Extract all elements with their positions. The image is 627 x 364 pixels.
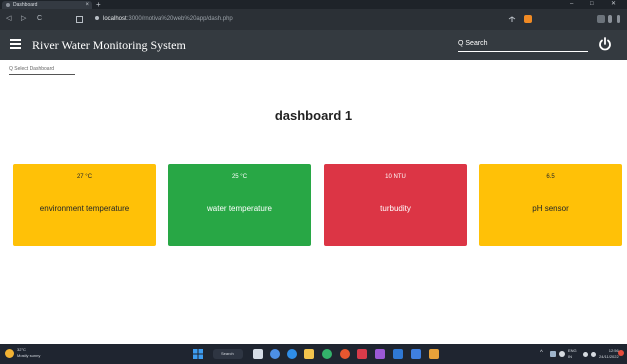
wifi-icon[interactable] <box>583 352 588 357</box>
chat-icon[interactable] <box>270 349 280 359</box>
reload-button[interactable]: C <box>37 13 42 25</box>
card-water-temperature[interactable]: 25 °C water temperature <box>168 164 311 246</box>
minimize-button[interactable]: – <box>570 0 573 9</box>
card-value: 27 °C <box>76 174 93 180</box>
close-window-button[interactable]: ✕ <box>611 0 616 9</box>
tab-strip: Dashboard × + – □ ✕ <box>0 0 627 9</box>
address-bar: ◁ ▷ C localhost:3000/rnotiva%20web%20app… <box>0 9 627 30</box>
brave-shield-icon[interactable] <box>524 15 532 23</box>
clock-date: 24/11/2022 <box>599 354 619 359</box>
file-explorer-icon[interactable] <box>304 349 314 359</box>
new-tab-button[interactable]: + <box>96 0 101 9</box>
card-value: 10 NTU <box>385 174 406 180</box>
card-label: turbudity <box>380 204 411 213</box>
select-dashboard-input[interactable]: Q Select Dashboard <box>9 65 75 75</box>
url-field[interactable]: localhost:3000/rnotiva%20web%20app/dash.… <box>95 14 233 24</box>
tray-cloud-icon[interactable] <box>550 351 556 357</box>
vscode-icon[interactable] <box>393 349 403 359</box>
language-indicator[interactable]: ENG IN <box>568 348 577 360</box>
site-info-icon[interactable] <box>95 16 99 21</box>
url-host: localhost <box>103 16 127 22</box>
card-label: pH sensor <box>532 204 569 213</box>
tab-title: Dashboard <box>13 2 38 8</box>
card-label: water temperature <box>207 204 272 213</box>
dashboard-title: dashboard 1 <box>274 108 353 123</box>
card-environment-temperature[interactable]: 27 °C environment temperature <box>13 164 156 246</box>
favicon-icon <box>6 3 10 7</box>
maximize-button[interactable]: □ <box>590 0 594 9</box>
wallet-icon[interactable] <box>608 15 612 23</box>
weather-sun-icon[interactable] <box>5 349 14 358</box>
notification-icon[interactable] <box>618 350 624 356</box>
card-value: 6.5 <box>546 174 555 180</box>
app-icon-blue[interactable] <box>411 349 421 359</box>
volume-icon[interactable] <box>591 352 596 357</box>
language-region: IN <box>568 354 572 359</box>
card-value: 25 °C <box>231 174 248 180</box>
menu-icon[interactable] <box>10 39 21 49</box>
bookmark-icon[interactable] <box>76 16 83 23</box>
app-header: River Water Monitoring System Q Search <box>0 30 627 60</box>
whatsapp-icon[interactable] <box>322 349 332 359</box>
app-icon-orange[interactable] <box>429 349 439 359</box>
back-button[interactable]: ◁ <box>6 13 11 25</box>
forward-button[interactable]: ▷ <box>21 13 26 25</box>
browser-menu-icon[interactable] <box>617 15 620 23</box>
clock[interactable]: 12:56 24/11/2022 <box>599 348 619 360</box>
search-input[interactable]: Q Search <box>458 38 588 52</box>
edge-browser-icon[interactable] <box>287 349 297 359</box>
card-ph-sensor[interactable]: 6.5 pH sensor <box>479 164 622 246</box>
windows-start-icon[interactable] <box>193 349 203 359</box>
browser-window: Dashboard × + – □ ✕ ◁ ▷ C localhost:3000… <box>0 0 627 364</box>
app-title: River Water Monitoring System <box>32 38 186 52</box>
sidebar-toggle-icon[interactable] <box>597 15 605 23</box>
share-icon[interactable] <box>508 16 516 23</box>
weather-widget[interactable]: 32°C Mostly sunny <box>17 347 40 359</box>
url-path: :3000/rnotiva%20web%20app/dash.php <box>126 16 233 22</box>
app-icon-red[interactable] <box>357 349 367 359</box>
brave-browser-icon[interactable] <box>340 349 350 359</box>
power-icon[interactable] <box>598 37 612 51</box>
card-turbidity[interactable]: 10 NTU turbudity <box>324 164 467 246</box>
app-icon-purple[interactable] <box>375 349 385 359</box>
card-label: environment temperature <box>39 204 130 213</box>
browser-tab[interactable]: Dashboard × <box>2 1 92 9</box>
tray-weather-icon[interactable] <box>559 351 565 357</box>
weather-desc: Mostly sunny <box>17 353 41 358</box>
tab-close-button[interactable]: × <box>85 1 89 9</box>
task-view-icon[interactable] <box>253 349 263 359</box>
windows-taskbar: 32°C Mostly sunny Search ^ ENG IN 12:56 … <box>0 344 627 364</box>
tray-chevron-icon[interactable]: ^ <box>540 348 543 358</box>
taskbar-search-button[interactable]: Search <box>213 349 243 359</box>
